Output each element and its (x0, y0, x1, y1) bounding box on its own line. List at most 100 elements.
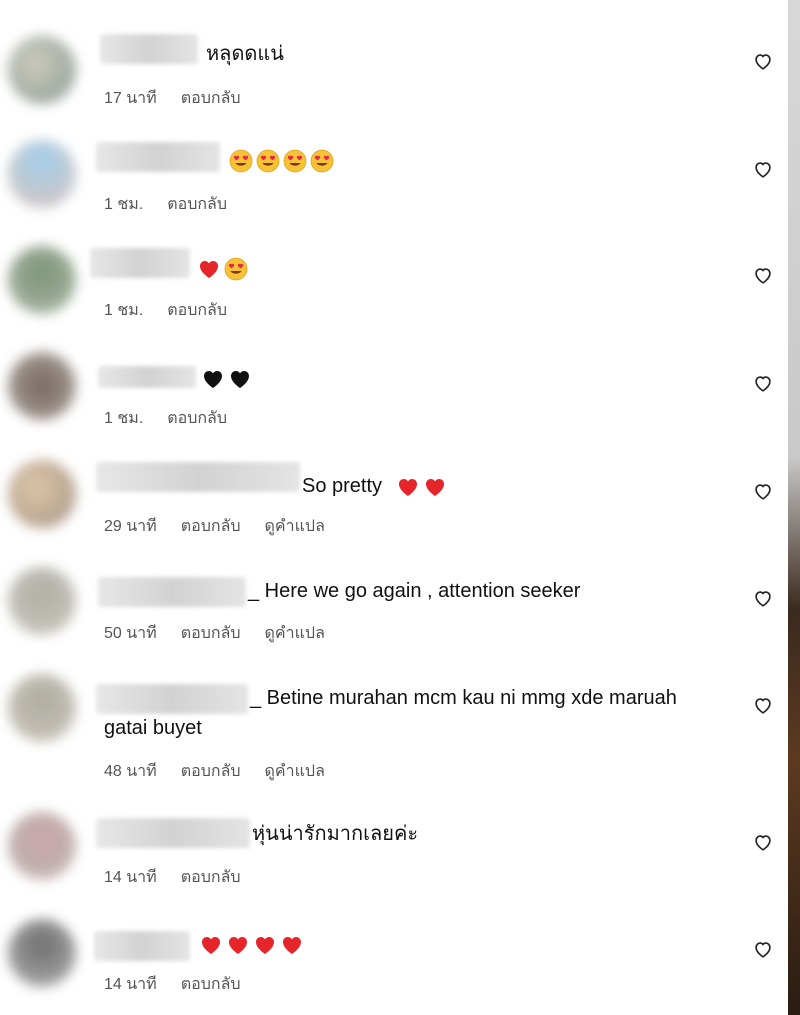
avatar[interactable] (8, 140, 76, 208)
avatar[interactable] (8, 36, 76, 104)
username-blurred[interactable] (98, 577, 246, 607)
comment-text: _ Here we go again , attention seeker (248, 580, 581, 602)
red-heart-emoji-icon (396, 475, 420, 499)
comment-meta: 1 ชม. ตอบกลับ (104, 298, 251, 323)
comment-meta: 48 นาที ตอบกลับ ดูคำแปล (104, 759, 349, 784)
comment-text: _ Betine murahan mcm kau ni mmg xde maru… (250, 687, 677, 709)
comment-time: 48 นาที (104, 763, 157, 780)
comment-meta: 14 นาที ตอบกลับ (104, 972, 265, 997)
reply-button[interactable]: ตอบกลับ (181, 759, 241, 784)
avatar[interactable] (8, 812, 76, 880)
comment: _ Betine murahan mcm kau ni mmg xde maru… (0, 670, 788, 790)
heart-outline-icon (755, 698, 771, 714)
heart-eyes-emoji-icon (229, 149, 253, 173)
reply-button[interactable]: ตอบกลับ (181, 621, 241, 646)
reply-button[interactable]: ตอบกลับ (167, 298, 227, 323)
comment-text (226, 146, 334, 174)
avatar[interactable] (8, 246, 76, 314)
username-blurred[interactable] (96, 818, 250, 848)
username-blurred[interactable] (90, 248, 190, 278)
heart-eyes-emoji-icon (283, 149, 307, 173)
heart-outline-icon (755, 484, 771, 500)
see-translation-button[interactable]: ดูคำแปล (265, 759, 325, 784)
reply-button[interactable]: ตอบกลับ (181, 514, 241, 539)
comment-meta: 50 นาที ตอบกลับ ดูคำแปล (104, 621, 349, 646)
username-blurred[interactable] (98, 366, 196, 388)
reply-button[interactable]: ตอบกลับ (181, 972, 241, 997)
heart-outline-icon (755, 54, 771, 70)
red-heart-emoji-icon (226, 933, 250, 957)
avatar[interactable] (8, 674, 76, 742)
comment: 1 ชม. ตอบกลับ (0, 348, 788, 448)
heart-outline-icon (755, 591, 771, 607)
comment-text (198, 364, 252, 392)
comment-text-value: So pretty (302, 475, 383, 497)
comment-meta: 14 นาที ตอบกลับ (104, 865, 265, 890)
reply-button[interactable]: ตอบกลับ (181, 86, 241, 111)
like-button[interactable] (752, 694, 774, 716)
comment-text: หลุดดแน่ (206, 43, 284, 65)
avatar[interactable] (8, 460, 76, 528)
comment-text: So pretty (302, 472, 447, 500)
comment: หลุดดแน่ 17 นาที ตอบกลับ (0, 30, 788, 130)
comment-time: 1 ชม. (104, 410, 144, 427)
heart-eyes-emoji-icon (224, 257, 248, 281)
comment-time: 17 นาที (104, 90, 157, 107)
avatar[interactable] (8, 352, 76, 420)
username-blurred[interactable] (96, 142, 220, 172)
heart-outline-icon (755, 942, 771, 958)
like-button[interactable] (752, 480, 774, 502)
comment-meta: 1 ชม. ตอบกลับ (104, 192, 251, 217)
comment-text-line-2: gatai buyet (104, 717, 202, 739)
black-heart-emoji-icon (228, 367, 252, 391)
red-heart-emoji-icon (199, 933, 223, 957)
like-button[interactable] (752, 938, 774, 960)
see-translation-button[interactable]: ดูคำแปล (265, 514, 325, 539)
comment: _ Here we go again , attention seeker 50… (0, 563, 788, 663)
heart-outline-icon (755, 376, 771, 392)
username-blurred[interactable] (96, 462, 300, 492)
comment: 1 ชม. ตอบกลับ (0, 242, 788, 342)
like-button[interactable] (752, 50, 774, 72)
comment-time: 14 นาที (104, 869, 157, 886)
like-button[interactable] (752, 831, 774, 853)
black-heart-emoji-icon (201, 367, 225, 391)
heart-outline-icon (755, 268, 771, 284)
comment-time: 50 นาที (104, 625, 157, 642)
comment-list: หลุดดแน่ 17 นาที ตอบกลับ 1 ชม. ตอบกลับ 1… (0, 0, 788, 1015)
comment: 14 นาที ตอบกลับ (0, 915, 788, 1015)
comment-time: 29 นาที (104, 518, 157, 535)
comment-time: 1 ชม. (104, 196, 144, 213)
red-heart-emoji-icon (197, 257, 221, 281)
heart-outline-icon (755, 162, 771, 178)
like-button[interactable] (752, 587, 774, 609)
username-blurred[interactable] (100, 34, 198, 64)
comment: 1 ชม. ตอบกลับ (0, 136, 788, 236)
reply-button[interactable]: ตอบกลับ (167, 192, 227, 217)
comment-meta: 1 ชม. ตอบกลับ (104, 406, 251, 431)
avatar[interactable] (8, 567, 76, 635)
see-translation-button[interactable]: ดูคำแปล (265, 621, 325, 646)
comment-text: หุ่นน่ารักมากเลยค่ะ (252, 823, 419, 845)
heart-eyes-emoji-icon (310, 149, 334, 173)
like-button[interactable] (752, 158, 774, 180)
comment-time: 14 นาที (104, 976, 157, 993)
red-heart-emoji-icon (280, 933, 304, 957)
reply-button[interactable]: ตอบกลับ (181, 865, 241, 890)
red-heart-emoji-icon (423, 475, 447, 499)
comment-time: 1 ชม. (104, 302, 144, 319)
red-heart-emoji-icon (253, 933, 277, 957)
username-blurred[interactable] (96, 684, 248, 714)
like-button[interactable] (752, 372, 774, 394)
reply-button[interactable]: ตอบกลับ (167, 406, 227, 431)
like-button[interactable] (752, 264, 774, 286)
comment: หุ่นน่ารักมากเลยค่ะ 14 นาที ตอบกลับ (0, 808, 788, 908)
comment-meta: 29 นาที ตอบกลับ ดูคำแปล (104, 514, 349, 539)
username-blurred[interactable] (94, 931, 190, 961)
heart-eyes-emoji-icon (256, 149, 280, 173)
comment-text (194, 254, 248, 282)
comment: So pretty 29 นาที ตอบกลับ ดูคำแปล (0, 456, 788, 556)
comment-text (196, 930, 304, 958)
heart-outline-icon (755, 835, 771, 851)
avatar[interactable] (8, 919, 76, 987)
